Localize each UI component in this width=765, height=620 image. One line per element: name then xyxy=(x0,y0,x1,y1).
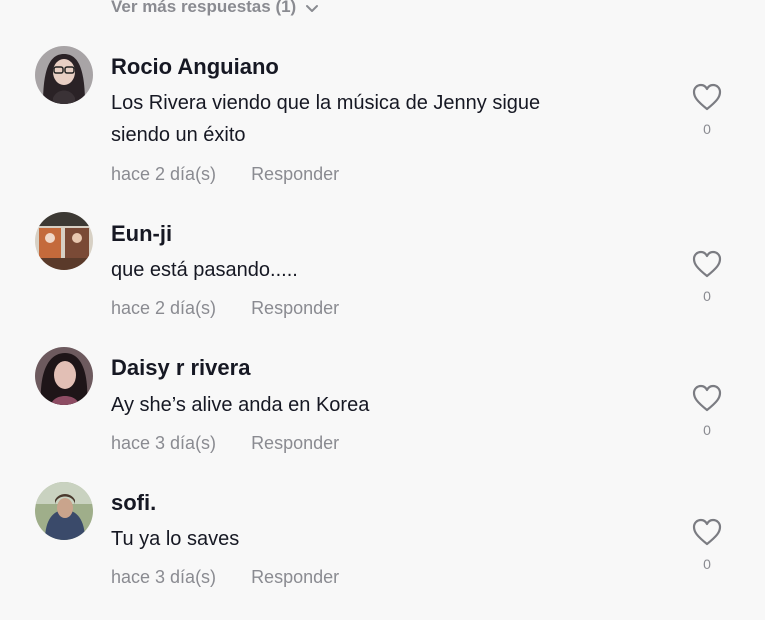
comment-username[interactable]: Eun-ji xyxy=(111,221,172,247)
chevron-down-icon xyxy=(305,0,319,14)
avatar[interactable] xyxy=(35,482,93,540)
comment-text: Ay she’s alive anda en Korea xyxy=(111,389,651,421)
like-count: 0 xyxy=(703,556,711,572)
heart-outline-icon xyxy=(692,250,722,278)
comment-timestamp: hace 2 día(s) xyxy=(111,298,217,318)
like-count: 0 xyxy=(703,288,711,304)
comment-username[interactable]: Daisy r rivera xyxy=(111,355,250,381)
comment-text: que está pasando..... xyxy=(111,254,651,286)
view-more-replies-link[interactable]: Ver más respuestas (1) xyxy=(111,0,319,17)
like-count: 0 xyxy=(703,422,711,438)
comment-text-line: Los Rivera viendo que la música de Jenny… xyxy=(111,92,541,114)
heart-outline-icon xyxy=(692,518,722,546)
comment-timestamp: hace 3 día(s) xyxy=(111,567,217,587)
comment-username[interactable]: sofi. xyxy=(111,490,156,516)
comment-text-line: siendo un éxito xyxy=(111,124,246,146)
reply-button[interactable]: Responder xyxy=(251,567,339,588)
heart-outline-icon xyxy=(692,83,722,111)
avatar[interactable] xyxy=(35,46,93,104)
like-button[interactable] xyxy=(691,249,723,279)
like-count: 0 xyxy=(703,121,711,137)
comment-meta: hace 2 día(s) Responder xyxy=(111,164,339,185)
comment-meta: hace 2 día(s) Responder xyxy=(111,298,339,319)
comment-text: Los Rivera viendo que la música de Jenny… xyxy=(111,87,651,151)
avatar[interactable] xyxy=(35,347,93,405)
comment-timestamp: hace 3 día(s) xyxy=(111,433,217,453)
view-more-replies-label: Ver más respuestas (1) xyxy=(111,0,297,16)
reply-button[interactable]: Responder xyxy=(251,164,339,185)
comment-text-line: Tu ya lo saves xyxy=(111,528,240,550)
comment-timestamp: hace 2 día(s) xyxy=(111,164,217,184)
like-button[interactable] xyxy=(691,82,723,112)
comment-username[interactable]: Rocio Anguiano xyxy=(111,54,279,80)
avatar[interactable] xyxy=(35,212,93,270)
reply-button[interactable]: Responder xyxy=(251,433,339,454)
like-button[interactable] xyxy=(691,517,723,547)
comment-text-line: Ay she’s alive anda en Korea xyxy=(111,394,370,416)
reply-button[interactable]: Responder xyxy=(251,298,339,319)
comment-text-line: que está pasando..... xyxy=(111,259,298,281)
comment-meta: hace 3 día(s) Responder xyxy=(111,433,339,454)
like-button[interactable] xyxy=(691,383,723,413)
heart-outline-icon xyxy=(692,384,722,412)
comment-text: Tu ya lo saves xyxy=(111,523,651,555)
comment-meta: hace 3 día(s) Responder xyxy=(111,567,339,588)
